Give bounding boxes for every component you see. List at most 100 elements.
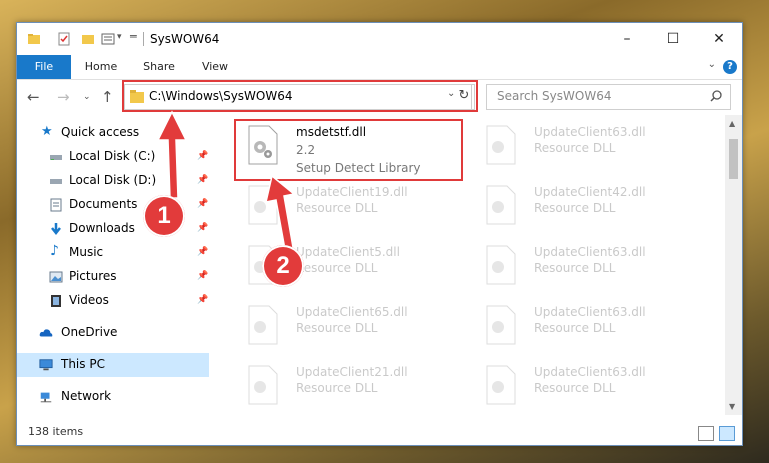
pin-icon[interactable]: 📌 — [197, 247, 208, 257]
sidebar-item-quick-access[interactable]: ★ Quick access — [17, 121, 209, 145]
customize-toolbar-chevron-icon[interactable]: ▾ — [117, 32, 122, 42]
sidebar-item-local-disk-d[interactable]: Local Disk (D:) 📌 — [17, 169, 209, 193]
computer-icon — [39, 359, 53, 371]
tab-view[interactable]: View — [191, 55, 239, 79]
download-arrow-icon — [51, 223, 61, 236]
expand-ribbon-chevron-icon[interactable]: ⌄ — [708, 59, 716, 70]
status-bar: 138 items — [17, 421, 742, 445]
title-separator — [143, 32, 144, 46]
toolbar-down-icon[interactable]: ═ — [130, 30, 137, 43]
pin-icon[interactable]: 📌 — [197, 151, 208, 161]
dll-file-icon — [486, 185, 516, 225]
sidebar-item-label: Documents — [69, 197, 138, 211]
pin-icon[interactable]: 📌 — [197, 175, 208, 185]
file-description: Resource DLL — [534, 261, 616, 275]
file-tile[interactable]: UpdateClient63.dll Resource DLL — [475, 299, 705, 359]
tab-home[interactable]: Home — [77, 55, 125, 79]
file-name: UpdateClient21.dll — [296, 365, 408, 379]
file-description: Resource DLL — [534, 141, 616, 155]
file-highlight — [234, 119, 463, 181]
dll-file-icon — [248, 305, 278, 345]
vertical-scrollbar[interactable]: ▲ ▼ — [725, 115, 742, 415]
ribbon: File Home Share View ⌄ ? — [17, 55, 742, 80]
file-tile[interactable]: UpdateClient63.dll Resource DLL — [475, 359, 705, 415]
file-tile[interactable]: UpdateClient21.dll Resource DLL — [237, 359, 467, 415]
file-description: Resource DLL — [534, 381, 616, 395]
sidebar-item-local-disk-c[interactable]: Local Disk (C:) 📌 — [17, 145, 209, 169]
file-tile[interactable]: UpdateClient19.dll Resource DLL — [237, 179, 467, 239]
recent-locations-chevron-icon[interactable]: ⌄ — [83, 92, 91, 102]
file-description: Resource DLL — [296, 381, 378, 395]
sidebar-item-pictures[interactable]: Pictures 📌 — [17, 265, 209, 289]
file-tile[interactable]: UpdateClient63.dll Resource DLL — [475, 239, 705, 299]
music-note-icon: ♪ — [50, 243, 59, 259]
search-input[interactable]: Search SysWOW64 — [486, 84, 731, 110]
file-description: Resource DLL — [296, 321, 378, 335]
file-name: UpdateClient42.dll — [534, 185, 646, 199]
search-placeholder: Search SysWOW64 — [497, 89, 612, 103]
maximize-button[interactable]: ☐ — [650, 23, 696, 55]
back-arrow-icon[interactable]: ← — [27, 88, 40, 106]
file-tile[interactable]: UpdateClient65.dll Resource DLL — [237, 299, 467, 359]
help-button[interactable]: ? — [723, 60, 737, 74]
navigation-pane: ★ Quick access Local Disk (C:) 📌 Local D… — [17, 115, 209, 415]
minimize-button[interactable]: – — [604, 23, 650, 55]
sidebar-item-label: Pictures — [69, 269, 117, 283]
dll-file-icon — [486, 245, 516, 285]
file-description: Resource DLL — [296, 261, 378, 275]
file-name: UpdateClient63.dll — [534, 125, 646, 139]
documents-icon — [50, 198, 62, 212]
pin-icon[interactable]: 📌 — [197, 271, 208, 281]
star-icon: ★ — [41, 124, 53, 139]
sidebar-item-label: Local Disk (C:) — [69, 149, 156, 163]
pin-icon[interactable]: 📌 — [197, 223, 208, 233]
file-description: Resource DLL — [534, 321, 616, 335]
large-icons-view-icon[interactable] — [719, 426, 735, 441]
pin-icon[interactable]: 📌 — [197, 295, 208, 305]
network-icon — [40, 392, 52, 403]
scrollbar-thumb[interactable] — [729, 139, 738, 179]
sidebar-item-this-pc[interactable]: This PC — [17, 353, 209, 377]
sidebar-item-label: Music — [69, 245, 104, 259]
sidebar-item-label: Videos — [69, 293, 109, 307]
view-options-icon[interactable] — [101, 32, 115, 46]
address-bar-highlight — [122, 80, 478, 112]
sidebar-item-videos[interactable]: Videos 📌 — [17, 289, 209, 313]
up-arrow-icon[interactable]: ↑ — [101, 88, 114, 106]
drive-icon — [50, 179, 62, 184]
cloud-icon — [39, 329, 53, 337]
dll-file-icon — [248, 185, 278, 225]
dll-file-icon — [486, 365, 516, 405]
close-button[interactable]: ✕ — [696, 23, 742, 55]
scroll-up-icon[interactable]: ▲ — [729, 119, 735, 128]
folder-icon[interactable] — [27, 32, 41, 46]
sidebar-item-network[interactable]: Network — [17, 385, 209, 409]
sidebar-item-music[interactable]: ♪ Music 📌 — [17, 241, 209, 265]
dll-file-icon — [486, 125, 516, 165]
details-view-icon[interactable] — [698, 426, 714, 441]
sidebar-item-label: OneDrive — [61, 325, 118, 339]
pictures-icon — [49, 271, 63, 283]
properties-icon[interactable] — [57, 32, 71, 46]
sidebar-item-label: This PC — [61, 357, 105, 371]
file-description: Resource DLL — [296, 201, 378, 215]
drive-icon — [50, 155, 62, 160]
pin-icon[interactable]: 📌 — [197, 199, 208, 209]
file-name: UpdateClient5.dll — [296, 245, 400, 259]
file-tile[interactable]: UpdateClient63.dll Resource DLL — [475, 119, 705, 179]
file-description: Resource DLL — [534, 201, 616, 215]
file-tile[interactable]: UpdateClient42.dll Resource DLL — [475, 179, 705, 239]
tab-file[interactable]: File — [17, 55, 71, 79]
file-name: UpdateClient63.dll — [534, 365, 646, 379]
sidebar-item-onedrive[interactable]: OneDrive — [17, 321, 209, 345]
sidebar-item-label: Network — [61, 389, 112, 403]
new-folder-icon[interactable] — [81, 32, 95, 46]
window-title: SysWOW64 — [150, 32, 220, 46]
file-name: UpdateClient19.dll — [296, 185, 408, 199]
search-icon[interactable] — [710, 90, 722, 102]
tab-share[interactable]: Share — [135, 55, 183, 79]
file-name: UpdateClient63.dll — [534, 245, 646, 259]
sidebar-item-label: Local Disk (D:) — [69, 173, 157, 187]
scroll-down-icon[interactable]: ▼ — [729, 402, 735, 411]
forward-arrow-icon[interactable]: → — [57, 88, 70, 106]
